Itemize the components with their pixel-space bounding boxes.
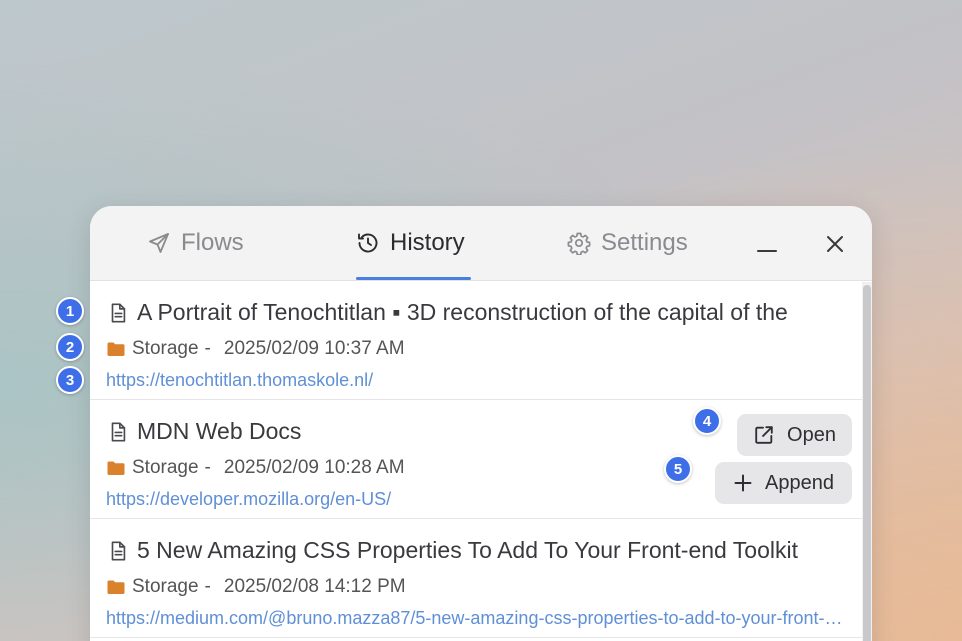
document-icon [111,421,126,442]
annotation-marker-2: 2 [56,333,84,361]
item-source: Storage [132,338,199,359]
item-title: 5 New Amazing CSS Properties To Add To Y… [107,537,852,564]
item-meta: Storage - 2025/02/09 10:28 AM [107,457,405,479]
folder-icon [107,461,125,475]
history-item[interactable]: A Portrait of Tenochtitlan ▪ 3D reconstr… [90,281,862,400]
item-title-text: 5 New Amazing CSS Properties To Add To Y… [137,537,798,563]
close-button[interactable] [821,230,849,258]
folder-icon [107,342,125,356]
tab-flows[interactable]: Flows [147,228,244,258]
annotation-marker-1: 1 [56,297,84,325]
meta-separator: - [204,576,211,597]
item-timestamp: 2025/02/08 14:12 PM [223,576,406,597]
send-icon [149,233,169,253]
tab-flows-label: Flows [181,229,244,256]
item-title: A Portrait of Tenochtitlan ▪ 3D reconstr… [107,299,852,326]
scrollbar[interactable] [862,282,872,641]
active-tab-indicator [356,277,471,280]
plus-icon [734,474,752,492]
document-icon [111,302,126,323]
tab-settings[interactable]: Settings [567,228,688,258]
meta-separator: - [204,457,211,478]
open-button-label: Open [787,423,836,446]
item-url-link[interactable]: https://medium.com/@bruno.mazza87/5-new-… [106,608,846,629]
item-timestamp: 2025/02/09 10:28 AM [223,457,405,478]
folder-icon [107,580,125,594]
history-panel: Flows History Settings A Portrait of Ten… [90,206,872,641]
history-item[interactable]: MDN Web Docs Storage - 2025/02/09 10:28 … [90,400,862,519]
item-title-text: A Portrait of Tenochtitlan ▪ 3D reconstr… [137,299,788,325]
history-icon [358,233,378,253]
tab-bar: Flows History Settings [90,206,872,281]
close-icon [827,236,843,252]
tab-history-label: History [390,229,465,256]
meta-separator: - [204,338,211,359]
minimize-icon [757,250,777,252]
history-item[interactable]: 5 New Amazing CSS Properties To Add To Y… [90,519,862,638]
item-source: Storage [132,576,199,597]
item-url-link[interactable]: https://tenochtitlan.thomaskole.nl/ [106,370,846,391]
append-button-label: Append [765,471,834,494]
annotation-marker-3: 3 [56,366,84,394]
item-source: Storage [132,457,199,478]
item-title-text: MDN Web Docs [137,418,302,444]
scroll-thumb[interactable] [863,285,871,641]
item-meta: Storage - 2025/02/09 10:37 AM [107,338,405,360]
document-icon [111,540,126,561]
open-button[interactable]: Open [737,414,852,456]
tab-settings-label: Settings [601,229,688,256]
external-link-icon [755,426,773,444]
item-timestamp: 2025/02/09 10:37 AM [223,338,405,359]
history-list: A Portrait of Tenochtitlan ▪ 3D reconstr… [90,281,862,638]
tab-history[interactable]: History [356,228,465,258]
gear-icon [567,232,591,255]
item-meta: Storage - 2025/02/08 14:12 PM [107,576,406,598]
append-button[interactable]: Append [715,462,852,504]
minimize-button[interactable] [753,230,781,258]
annotation-marker-4: 4 [693,407,721,435]
annotation-marker-5: 5 [664,455,692,483]
